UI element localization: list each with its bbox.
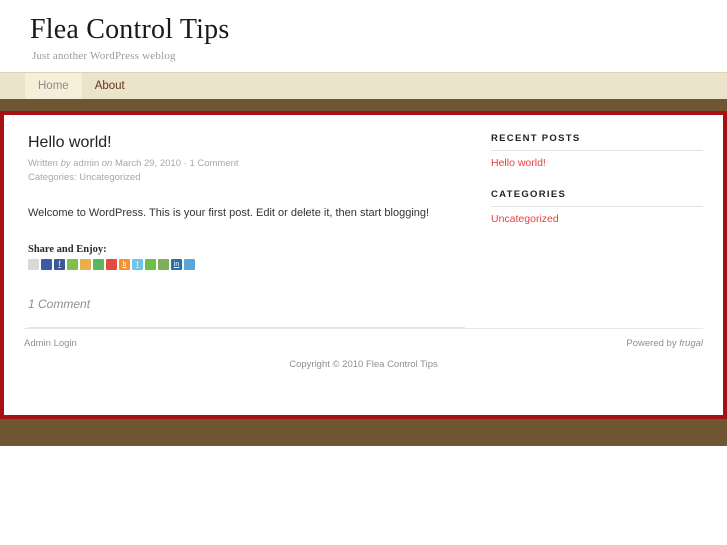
- copyright-text: Copyright © 2010 Flea Control Tips: [289, 359, 438, 371]
- facebook-icon[interactable]: f: [54, 259, 65, 271]
- page-root: Flea Control Tips Just another WordPress…: [0, 0, 727, 545]
- comments-divider: [28, 327, 465, 329]
- site-footer: Admin Login Powered by frugal Copyright …: [24, 328, 703, 370]
- post-body-text: Welcome to WordPress. This is your first…: [28, 206, 430, 219]
- google-buzz-icon[interactable]: [106, 259, 117, 271]
- comments-count: 1 Comment: [28, 297, 91, 312]
- content-frame: Hello world! Written by admin on March 2…: [0, 111, 727, 420]
- nav-item-about[interactable]: About: [82, 73, 138, 99]
- brown-band-top: [0, 99, 727, 112]
- site-title: Flea Control Tips: [30, 14, 230, 45]
- twitter-icon[interactable]: t: [132, 259, 143, 271]
- blogger-icon[interactable]: b: [119, 259, 130, 271]
- recent-post-link[interactable]: Hello world!: [491, 157, 703, 169]
- widget-categories: CATEGORIES Uncategorized: [491, 189, 703, 225]
- site-header: Flea Control Tips Just another WordPress…: [0, 0, 727, 73]
- widget-title-recent-posts: RECENT POSTS: [491, 133, 703, 152]
- brown-band-bottom: [0, 419, 727, 447]
- sidebar: RECENT POSTS Hello world! CATEGORIES Unc…: [469, 133, 703, 328]
- post-meta-category-link[interactable]: Uncategorized: [79, 172, 140, 183]
- footer-row: Admin Login Powered by frugal: [24, 338, 703, 349]
- post-meta-author[interactable]: admin: [73, 158, 99, 169]
- post-meta-separator: ·: [183, 158, 187, 170]
- post-column: Hello world! Written by admin on March 2…: [24, 133, 469, 329]
- post-meta-categories-label: Categories:: [28, 172, 77, 184]
- ms-live-icon[interactable]: [184, 259, 195, 271]
- newsvine-icon[interactable]: [158, 259, 169, 271]
- post-meta: Written by admin on March 29, 2010 · 1 C…: [28, 157, 459, 185]
- post-meta-line-author: Written by admin on March 29, 2010 · 1 C…: [28, 157, 459, 171]
- post-meta-by: by: [60, 158, 71, 170]
- widget-recent-posts: RECENT POSTS Hello world!: [491, 133, 703, 169]
- category-link[interactable]: Uncategorized: [491, 213, 703, 225]
- site-tagline: Just another WordPress weblog: [32, 50, 176, 63]
- widget-title-categories: CATEGORIES: [491, 189, 703, 208]
- powered-by-name[interactable]: frugal: [679, 338, 703, 349]
- post-meta-comment-count[interactable]: 1 Comment: [189, 158, 238, 169]
- friendfeed-icon[interactable]: [28, 259, 39, 271]
- mixx-icon[interactable]: [80, 259, 91, 271]
- evernote-icon[interactable]: [67, 259, 78, 271]
- post-meta-line-categories: Categories: Uncategorized: [28, 171, 459, 185]
- powered-by-prefix: Powered by: [626, 338, 680, 350]
- technorati-icon[interactable]: [145, 259, 156, 271]
- main-navigation: Home About: [0, 72, 727, 100]
- post-meta-written: Written: [28, 158, 58, 170]
- post-title[interactable]: Hello world!: [28, 133, 459, 152]
- nav-item-home[interactable]: Home: [25, 73, 82, 100]
- powered-by: Powered by frugal: [626, 338, 703, 349]
- share-and-enjoy-heading: Share and Enjoy:: [28, 244, 107, 256]
- stumbleupon-icon[interactable]: [93, 259, 104, 271]
- linkedin-icon[interactable]: in: [171, 259, 182, 271]
- share-icon-row: f b t in: [28, 259, 459, 271]
- delicious-icon[interactable]: [41, 259, 52, 271]
- admin-login-link[interactable]: Admin Login: [24, 338, 77, 349]
- content-frame-inner: Hello world! Written by admin on March 2…: [4, 115, 723, 329]
- post-meta-on: on: [101, 158, 113, 170]
- post-meta-date: March 29, 2010: [114, 158, 181, 170]
